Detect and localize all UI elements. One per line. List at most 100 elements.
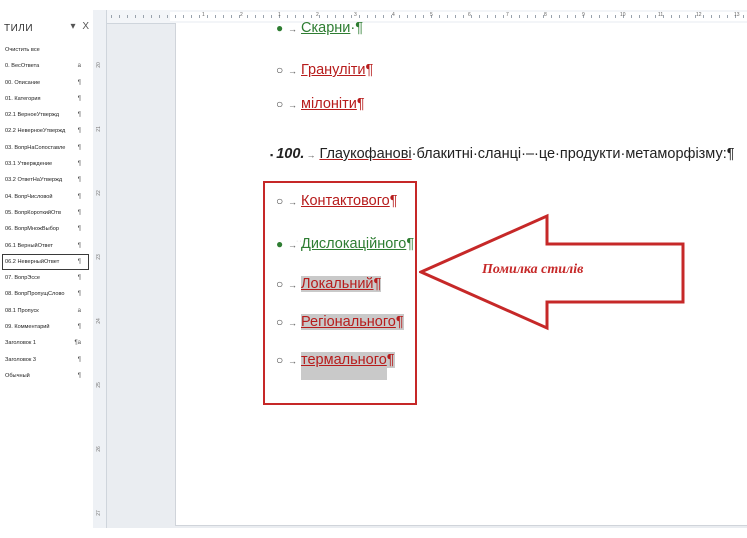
clear-all-item[interactable]: Очистить все: [0, 42, 93, 58]
ruler-tick: [703, 15, 704, 18]
style-list-item[interactable]: 00. Описание ¶: [0, 75, 93, 91]
style-list-item[interactable]: 0. ВесОтвета a: [0, 58, 93, 74]
style-item-label: Очистить все: [5, 47, 40, 53]
styles-pane-header: ТИЛИ ▾ X: [0, 10, 93, 42]
style-list-item[interactable]: 06.1 ВерныйОтвет ¶: [0, 238, 93, 254]
style-list-item[interactable]: 09. Комментарий ¶: [0, 319, 93, 335]
ruler-number: 20: [95, 62, 102, 68]
ruler-tick: [119, 15, 120, 18]
ruler-tick: [439, 15, 440, 18]
style-list-item[interactable]: 01. Категория ¶: [0, 91, 93, 107]
ruler-tick: [607, 15, 608, 18]
style-item-label: 01. Категория: [5, 95, 41, 102]
empty-bullet-icon: ○: [276, 63, 284, 77]
style-list-item[interactable]: 03.2 ОтветНаУтвержд ¶: [0, 172, 93, 188]
ruler-tick: [655, 15, 656, 18]
close-icon[interactable]: X: [82, 21, 89, 32]
callout-label: Помилка стилiв: [482, 262, 584, 277]
style-type-icon: ¶: [77, 324, 81, 331]
ruler-tick: [375, 15, 376, 18]
ruler-tick: [343, 15, 344, 18]
ruler-tick: [223, 15, 224, 18]
style-list-item[interactable]: 07. ВопрЭссе ¶: [0, 270, 93, 286]
style-item-label: 04. ВопрЧисловой: [5, 193, 53, 200]
ruler-tick: [167, 15, 168, 18]
style-list-item[interactable]: Заголовок 3 ¶: [0, 352, 93, 368]
style-list-item[interactable]: 04. ВопрЧисловой ¶: [0, 189, 93, 205]
square-bullet-icon: ▪: [270, 150, 274, 160]
option-text: Скарни: [301, 20, 351, 36]
ruler-tick: [599, 15, 600, 18]
style-list-item[interactable]: 08. ВопрПропущСлово ¶: [0, 286, 93, 302]
style-item-label: 07. ВопрЭссе: [5, 275, 41, 282]
style-item-label: 08. ВопрПропущСлово: [5, 291, 65, 298]
style-type-icon: ¶a: [74, 340, 81, 347]
styles-pane-controls: ▾ X: [67, 21, 89, 32]
ruler-tick: [527, 15, 528, 18]
style-list-item[interactable]: 02.1 ВерноеУтвержд ¶: [0, 107, 93, 123]
ruler-tick: [535, 15, 536, 18]
option-top-1[interactable]: ○ → Гранулiти¶: [276, 62, 373, 78]
ruler-number: 24: [95, 318, 102, 324]
style-type-icon: ¶: [77, 226, 81, 233]
ruler-tick: [207, 15, 208, 18]
option-top-2[interactable]: ○ → мiлонiти¶: [276, 96, 365, 112]
ruler-number: 21: [95, 126, 102, 132]
tab-arrow-icon: →: [288, 66, 297, 76]
ruler-tick: [295, 15, 296, 18]
ruler-tick: [351, 15, 352, 18]
ruler-tick: [551, 15, 552, 18]
question-paragraph[interactable]: ▪ 100. → Глаукофановi·блакитнi·сланцi·–·це·…: [270, 146, 735, 162]
ruler-tick: [231, 15, 232, 18]
ruler-number: 5: [430, 12, 433, 18]
chevron-down-icon[interactable]: ▾: [71, 21, 76, 32]
ruler-number: 11: [658, 12, 664, 18]
style-list-item[interactable]: 03. ВопрНаСопоставле ¶: [0, 140, 93, 156]
style-item-label: 08.1 Пропуск: [5, 307, 39, 314]
style-type-icon: ¶: [77, 209, 81, 216]
style-list-item[interactable]: 05. ВопрКороткийОтв ¶: [0, 205, 93, 221]
style-list-item[interactable]: Заголовок 1 ¶a: [0, 335, 93, 351]
ruler-tick: [247, 15, 248, 18]
ruler-number: 12: [696, 12, 702, 18]
ruler-tick: [311, 15, 312, 18]
ruler-number: 1: [202, 12, 205, 18]
ruler-tick: [575, 15, 576, 18]
style-type-icon: ¶: [77, 112, 81, 119]
ruler-tick: [519, 15, 520, 18]
style-list-item[interactable]: 06. ВопрМножВыбор ¶: [0, 221, 93, 237]
style-list-item[interactable]: Обычный ¶: [0, 368, 93, 384]
ruler-number: 8: [544, 12, 547, 18]
ruler-tick: [559, 15, 560, 18]
ruler-tick: [159, 15, 160, 18]
ruler-tick: [631, 15, 632, 18]
horizontal-ruler[interactable]: 1 2 1 2 3 4 5 6 7 8 9 10 11 12 13: [107, 10, 747, 24]
ruler-tick: [711, 15, 712, 18]
style-item-label: 03.1 Утверждение: [5, 161, 53, 168]
ruler-tick: [511, 15, 512, 18]
styles-pane-title: ТИЛИ: [4, 23, 34, 34]
option-text: Гранулiти: [301, 62, 366, 78]
ruler-number: 22: [95, 190, 102, 196]
tab-arrow-icon: →: [288, 100, 297, 110]
ruler-tick: [135, 15, 136, 18]
ruler-tick: [455, 15, 456, 18]
ruler-tick: [255, 15, 256, 18]
style-type-icon: ¶: [77, 95, 81, 102]
style-item-label: 09. Комментарий: [5, 324, 50, 331]
style-list-item[interactable]: 06.2 НеверныйОтвет ¶: [2, 253, 89, 271]
style-list-item[interactable]: 02.2 НеверноеУтвержд ¶: [0, 123, 93, 139]
ruler-tick: [727, 15, 728, 18]
ruler-tick: [503, 15, 504, 18]
option-top-0[interactable]: ● → Скарни·¶: [276, 20, 363, 36]
style-list-item[interactable]: 08.1 Пропуск a: [0, 303, 93, 319]
ruler-tick: [151, 15, 152, 18]
style-list-item[interactable]: 03.1 Утверждение ¶: [0, 156, 93, 172]
question-underlined-word: Глаукофановi: [319, 146, 412, 162]
ruler-tick: [199, 15, 200, 18]
ruler-tick: [479, 15, 480, 18]
style-item-label: 06.2 НеверныйОтвет: [5, 258, 60, 265]
style-item-label: 03.2 ОтветНаУтвержд: [5, 177, 63, 184]
ruler-number: 2: [240, 12, 243, 18]
ruler-number: 3: [354, 12, 357, 18]
